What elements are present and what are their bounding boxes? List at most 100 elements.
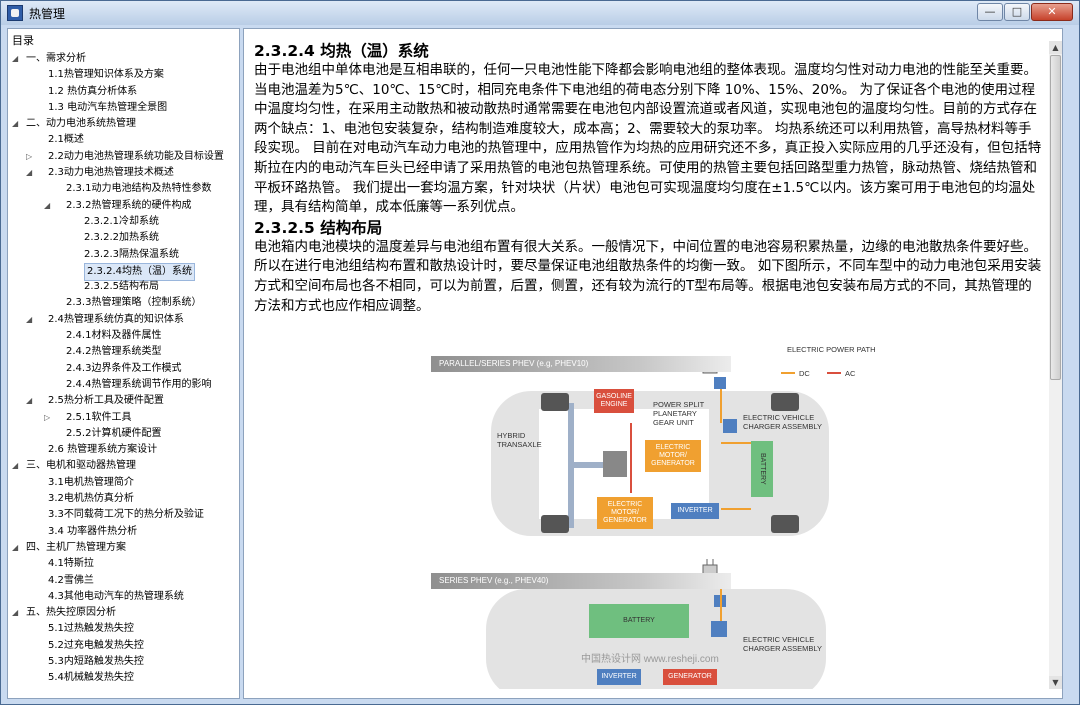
collapse-toggle-icon[interactable]: ◢	[26, 312, 36, 328]
toc-item-label: 2.1概述	[48, 134, 84, 146]
toc-item-label: 2.3.2热管理系统的硬件构成	[66, 199, 192, 211]
toc-item[interactable]: ◢ 二、动力电池系统热管理	[8, 116, 239, 132]
collapse-toggle-icon[interactable]: ◢	[12, 116, 22, 132]
toc-item-label: 2.2动力电池热管理系统功能及目标设置	[48, 150, 224, 162]
inverter-box: INVERTER	[671, 503, 719, 519]
scroll-up-arrow[interactable]: ▲	[1049, 41, 1062, 54]
toc-item[interactable]: ◢ 四、主机厂热管理方案	[8, 540, 239, 556]
toc-item[interactable]: ◢ 一、需求分析	[8, 51, 239, 67]
wheel-shape	[771, 515, 799, 533]
toc-item[interactable]: 3.2电机热仿真分析	[8, 491, 239, 507]
toc-item[interactable]: ◢ 2.3动力电池热管理技术概述	[8, 165, 239, 181]
toc-item[interactable]: ◢ 2.4热管理系统仿真的知识体系	[8, 312, 239, 328]
figure-title-1: PARALLEL/SERIES PHEV (e.g, PHEV10)	[431, 356, 731, 372]
toc-item-label: 5.4机械触发热失控	[48, 672, 134, 684]
toc-item[interactable]: 2.4.4热管理系统调节作用的影响	[8, 377, 239, 393]
collapse-toggle-icon[interactable]: ◢	[12, 540, 22, 556]
app-window: 热管理 — □ ✕ 目录 ◢ 一、需求分析 1.1热管理知识体系及方案 1.2 热仿真…	[0, 0, 1080, 705]
charger-shape	[723, 419, 737, 433]
collapse-toggle-icon[interactable]: ◢	[12, 458, 22, 474]
toc-item[interactable]: ◢ 五、热失控原因分析	[8, 605, 239, 621]
toc-item[interactable]: 2.3.1动力电池结构及热特性参数	[8, 181, 239, 197]
toc-item[interactable]: 4.2雪佛兰	[8, 573, 239, 589]
scrollbar-thumb[interactable]	[1050, 55, 1061, 380]
toc-item-label: 3.3不同载荷工况下的热分析及验证	[48, 509, 204, 521]
toc-item-label: 2.5.2计算机硬件配置	[66, 427, 162, 439]
toc-item[interactable]: ◢ 2.3.2热管理系统的硬件构成	[8, 198, 239, 214]
inverter-box: INVERTER	[597, 669, 641, 685]
toc-item[interactable]: 2.3.2.2加热系统	[8, 230, 239, 246]
motor-generator-box: ELECTRIC MOTOR/ GENERATOR	[597, 497, 653, 529]
title-bar[interactable]: 热管理 — □ ✕	[1, 1, 1079, 25]
toc-item[interactable]: 3.3不同载荷工况下的热分析及验证	[8, 507, 239, 523]
hybrid-transaxle-label: HYBRID TRANSAXLE	[497, 431, 542, 449]
toc-item[interactable]: 2.3.3热管理策略（控制系统）	[8, 295, 239, 311]
toc-item[interactable]: 2.3.2.3隔热保温系统	[8, 247, 239, 263]
section-paragraph: 电池箱内电池模块的温度差异与电池组布置有很大关系。一般情况下，中间位置的电池容易…	[254, 238, 1042, 314]
toc-item-label: 3.1电机热管理简介	[48, 476, 134, 488]
toc-item-label: 1.3 电动汽车热管理全景图	[48, 101, 168, 113]
charger-label: ELECTRIC VEHICLE CHARGER ASSEMBLY	[743, 413, 823, 431]
legend-ac: AC	[845, 369, 856, 378]
collapse-toggle-icon[interactable]: ◢	[12, 51, 22, 67]
toc-item[interactable]: ◢ 2.5热分析工具及硬件配置	[8, 393, 239, 409]
watermark-text: 中国热设计网 www.resheji.com	[581, 654, 719, 665]
minimize-button[interactable]: —	[977, 3, 1003, 21]
toc-item[interactable]: 5.3内短路触发热失控	[8, 654, 239, 670]
toc-item[interactable]: 4.1特斯拉	[8, 556, 239, 572]
toc-item[interactable]: 4.3其他电动汽车的热管理系统	[8, 589, 239, 605]
collapse-toggle-icon[interactable]: ◢	[12, 605, 22, 621]
toc-item-label: 2.4.3边界条件及工作模式	[66, 362, 182, 374]
toc-item[interactable]: 2.4.3边界条件及工作模式	[8, 361, 239, 377]
toc-item-label: 二、动力电池系统热管理	[26, 118, 136, 130]
collapse-toggle-icon[interactable]: ◢	[26, 165, 36, 181]
toc-item[interactable]: 2.1概述	[8, 132, 239, 148]
toc-item[interactable]: 3.1电机热管理简介	[8, 475, 239, 491]
toc-item[interactable]: 3.4 功率器件热分析	[8, 524, 239, 540]
toc-item-label: 1.1热管理知识体系及方案	[48, 69, 164, 81]
toc-item[interactable]: ▷ 2.2动力电池热管理系统功能及目标设置	[8, 149, 239, 165]
toc-item-label: 2.3.2.5结构布局	[84, 281, 159, 293]
toc-item[interactable]: 2.4.2热管理系统类型	[8, 344, 239, 360]
toc-item-label: 一、需求分析	[26, 53, 86, 64]
toc-item[interactable]: ◢ 三、电机和驱动器热管理	[8, 458, 239, 474]
toc-item[interactable]: 2.3.2.5结构布局	[8, 279, 239, 295]
toc-item[interactable]: 1.3 电动汽车热管理全景图	[8, 100, 239, 116]
toc-item-label: 5.2过充电触发热失控	[48, 639, 144, 651]
toc-item-label: 2.5.1软件工具	[66, 411, 132, 423]
scroll-down-arrow[interactable]: ▼	[1049, 676, 1062, 689]
gasoline-engine-box: GASOLINE ENGINE	[594, 389, 634, 413]
toc-item[interactable]: 5.1过热触发热失控	[8, 621, 239, 637]
toc-panel: 目录 ◢ 一、需求分析 1.1热管理知识体系及方案 1.2 热仿真分析体系 1.3 电动…	[7, 28, 240, 699]
toc-item[interactable]: 5.4机械触发热失控	[8, 670, 239, 686]
toc-item-label: 2.5热分析工具及硬件配置	[48, 395, 164, 407]
close-button[interactable]: ✕	[1031, 3, 1073, 21]
power-split-label: POWER SPLIT PLANETARY GEAR UNIT	[653, 400, 705, 427]
toc-item[interactable]: 2.3.2.1冷却系统	[8, 214, 239, 230]
toc-item[interactable]: 1.2 热仿真分析体系	[8, 84, 239, 100]
toc-item[interactable]: 5.2过充电触发热失控	[8, 638, 239, 654]
app-icon	[7, 5, 23, 21]
expand-toggle-icon[interactable]: ▷	[44, 410, 54, 426]
toc-tree: ◢ 一、需求分析 1.1热管理知识体系及方案 1.2 热仿真分析体系 1.3 电动汽车热…	[8, 51, 239, 687]
charger-label: ELECTRIC VEHICLE CHARGER ASSEMBLY	[743, 635, 823, 653]
toc-item-label: 2.3动力电池热管理技术概述	[48, 167, 174, 179]
window-controls: — □ ✕	[976, 3, 1073, 21]
toc-item-label: 4.3其他电动汽车的热管理系统	[48, 590, 184, 602]
toc-item[interactable]: 2.5.2计算机硬件配置	[8, 426, 239, 442]
battery-box: BATTERY	[751, 441, 773, 497]
collapse-toggle-icon[interactable]: ◢	[44, 198, 54, 214]
collapse-toggle-icon[interactable]: ◢	[26, 393, 36, 409]
toc-item[interactable]: ▷ 2.5.1软件工具	[8, 410, 239, 426]
toc-item[interactable]: 2.6 热管理系统方案设计	[8, 442, 239, 458]
toc-item[interactable]: 1.1热管理知识体系及方案	[8, 67, 239, 83]
toc-item[interactable]: 2.4.1材料及器件属性	[8, 328, 239, 344]
toc-item-label: 2.3.1动力电池结构及热特性参数	[66, 183, 212, 195]
toc-item-label: 2.4.2热管理系统类型	[66, 346, 162, 358]
toc-item-label: 三、电机和驱动器热管理	[26, 460, 136, 472]
expand-toggle-icon[interactable]: ▷	[26, 149, 36, 165]
battery-box: BATTERY	[589, 604, 689, 638]
wheel-shape	[771, 393, 799, 411]
toc-item[interactable]: 2.3.2.4均热（温）系统	[8, 262, 239, 281]
maximize-button[interactable]: □	[1004, 3, 1030, 21]
